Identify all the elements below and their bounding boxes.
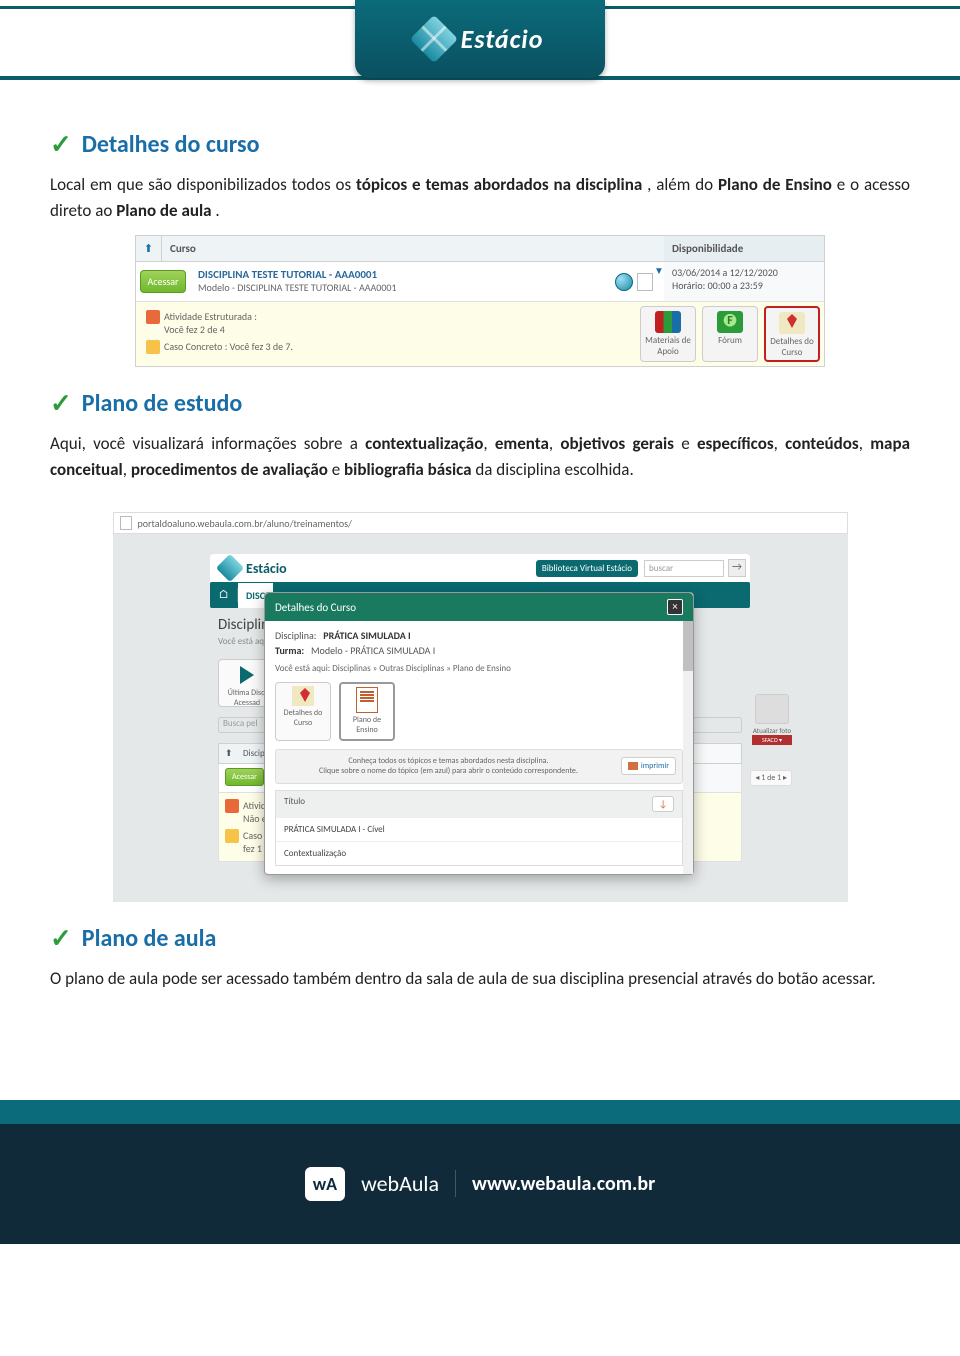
access-button[interactable]: Acessar — [140, 270, 186, 293]
bg-access-button[interactable]: Acessar — [225, 768, 264, 786]
availability-dates: 03/06/2014 a 12/12/2020 — [672, 266, 816, 279]
print-button[interactable]: imprimir — [621, 757, 676, 775]
modal-info-bar: Conheça todos os tópicos e temas abordad… — [275, 749, 683, 784]
footer-url: www.webaula.com.br — [472, 1172, 655, 1196]
modal-body: Disciplina: PRÁTICA SIMULADA I Turma: Mo… — [265, 621, 693, 874]
section-title: Plano de estudo — [82, 389, 242, 418]
course-expanded: Atividade Estruturada : Você fez 2 de 4 … — [136, 302, 824, 366]
modal-list-row[interactable]: Contextualização — [276, 841, 682, 865]
clipboard-icon — [356, 687, 378, 713]
tile-course-details[interactable]: Detalhes do Curso — [764, 306, 820, 362]
search-go-button[interactable]: → — [728, 559, 746, 577]
footer-brand: wA webAula www.webaula.com.br — [305, 1167, 656, 1201]
modal-list-row[interactable]: PRÁTICA SIMULADA I - Cível — [276, 817, 682, 841]
library-button[interactable]: Biblioteca Virtual Estácio — [536, 560, 638, 577]
modal-class: Turma: Modelo - PRÁTICA SIMULADA I — [275, 644, 683, 657]
modal-title: Detalhes do Curso — [275, 601, 356, 614]
check-icon: ✓ — [50, 387, 72, 419]
tile-forum[interactable]: Fórum — [702, 306, 758, 362]
modal-tile-plan[interactable]: Plano de Ensino — [339, 682, 395, 741]
app-header: Estácio Biblioteca Virtual Estácio busca… — [210, 554, 750, 582]
availability-cell: ▼ 03/06/2014 a 12/12/2020 Horário: 00:00… — [664, 262, 824, 301]
scrollbar[interactable] — [683, 621, 693, 874]
column-course: Curso — [162, 236, 664, 261]
note-icon[interactable] — [637, 273, 653, 291]
modal-discipline: Disciplina: PRÁTICA SIMULADA I — [275, 629, 683, 642]
browser-screenshot: portaldoaluno.webaula.com.br/aluno/trein… — [113, 512, 848, 902]
course-title-cell[interactable]: DISCIPLINA TESTE TUTORIAL - AAA0001 Mode… — [190, 262, 604, 301]
sort-icon[interactable]: ▼ — [654, 264, 664, 277]
modal-breadcrumb: Você está aqui: Disciplinas » Outras Dis… — [275, 663, 683, 674]
section-paragraph: Aqui, você visualizará informações sobre… — [50, 431, 910, 482]
page-header: Estácio — [0, 0, 960, 80]
course-model: Modelo - DISCIPLINA TESTE TUTORIAL - AAA… — [198, 281, 596, 294]
page-footer: wA webAula www.webaula.com.br — [0, 1124, 960, 1244]
availability-hours: Horário: 00:00 a 23:59 — [672, 279, 816, 292]
pencil-icon — [146, 310, 160, 324]
section-title: Detalhes do curso — [82, 130, 260, 159]
page-icon — [120, 516, 132, 530]
activity-info: Atividade Estruturada : Você fez 2 de 4 … — [140, 306, 640, 362]
course-details-modal: Detalhes do Curso × Disciplina: PRÁTICA … — [264, 592, 694, 875]
footer-badge: wA — [305, 1167, 345, 1201]
play-icon — [240, 666, 254, 684]
document-content: ✓ Detalhes do curso Local em que são dis… — [0, 80, 960, 1044]
course-code: DISCIPLINA TESTE TUTORIAL - AAA0001 — [198, 268, 596, 281]
modal-header: Detalhes do Curso × — [265, 593, 693, 621]
check-icon: ✓ — [50, 922, 72, 954]
app-logo-icon — [216, 554, 244, 582]
brand-logo-icon — [410, 15, 458, 63]
course-row: Acessar DISCIPLINA TESTE TUTORIAL - AAA0… — [136, 262, 824, 302]
course-list-panel: ⬆ Curso Disponibilidade Acessar DISCIPLI… — [135, 235, 825, 367]
printer-icon — [628, 762, 638, 770]
avatar — [755, 694, 789, 724]
address-bar[interactable]: portaldoaluno.webaula.com.br/aluno/trein… — [113, 512, 848, 534]
globe-icon[interactable] — [615, 273, 633, 291]
structured-activity[interactable]: Atividade Estruturada : Você fez 2 de 4 — [146, 308, 634, 338]
section-heading-plano-aula: ✓ Plano de aula — [50, 922, 910, 954]
user-profile-tile[interactable]: Atualizar foto SFACO ▾ — [752, 694, 792, 745]
section-title: Plano de aula — [82, 924, 217, 953]
browser-viewport: Estácio Biblioteca Virtual Estácio busca… — [113, 534, 848, 902]
course-list-header: ⬆ Curso Disponibilidade — [136, 236, 824, 262]
collapse-icon[interactable]: ⬆ — [136, 236, 162, 261]
url-text: portaldoaluno.webaula.com.br/aluno/trein… — [138, 517, 352, 530]
section-heading-detalhes: ✓ Detalhes do curso — [50, 128, 910, 160]
brand-badge: Estácio — [355, 0, 605, 78]
collapse-icon[interactable]: ⬆ — [219, 744, 237, 763]
user-menu[interactable]: SFACO ▾ — [752, 735, 792, 745]
check-icon: ✓ — [50, 128, 72, 160]
folder-icon — [146, 340, 160, 354]
folder-icon — [225, 829, 239, 843]
search-input[interactable]: buscar — [644, 560, 724, 577]
modal-tile-row: Detalhes do Curso Plano de Ensino — [275, 682, 683, 741]
map-pin-icon — [779, 312, 805, 334]
forum-icon — [717, 311, 743, 333]
modal-info-text: Conheça todos os tópicos e temas abordad… — [282, 756, 615, 777]
section-paragraph: O plano de aula pode ser acessado também… — [50, 966, 910, 992]
app-logo-text: Estácio — [246, 560, 287, 577]
close-icon[interactable]: × — [667, 599, 683, 615]
tile-materials[interactable]: Materiais de Apoio — [640, 306, 696, 362]
brand-name: Estácio — [461, 23, 544, 55]
modal-tile-details[interactable]: Detalhes do Curso — [275, 682, 331, 741]
footer-name: webAula — [361, 1170, 456, 1197]
home-button[interactable]: ⌂ — [210, 588, 238, 602]
pager[interactable]: ◂ 1 de 1 ▸ — [750, 770, 792, 786]
app-frame: Estácio Biblioteca Virtual Estácio busca… — [210, 554, 750, 862]
list-action-icon[interactable]: ↓ — [652, 796, 674, 812]
section-heading-plano-estudo: ✓ Plano de estudo — [50, 387, 910, 419]
modal-list-header: Título ↓ — [276, 791, 682, 817]
concrete-case[interactable]: Caso Concreto : Você fez 3 de 7. — [146, 338, 634, 356]
map-pin-icon — [292, 686, 314, 706]
pencil-icon — [225, 799, 239, 813]
tool-tiles: Materiais de Apoio Fórum Detalhes do Cur… — [640, 306, 820, 362]
books-icon — [655, 311, 681, 333]
modal-topic-list: Título ↓ PRÁTICA SIMULADA I - Cível Cont… — [275, 790, 683, 866]
section-paragraph: Local em que são disponibilizados todos … — [50, 172, 910, 223]
column-availability: Disponibilidade — [664, 236, 824, 261]
